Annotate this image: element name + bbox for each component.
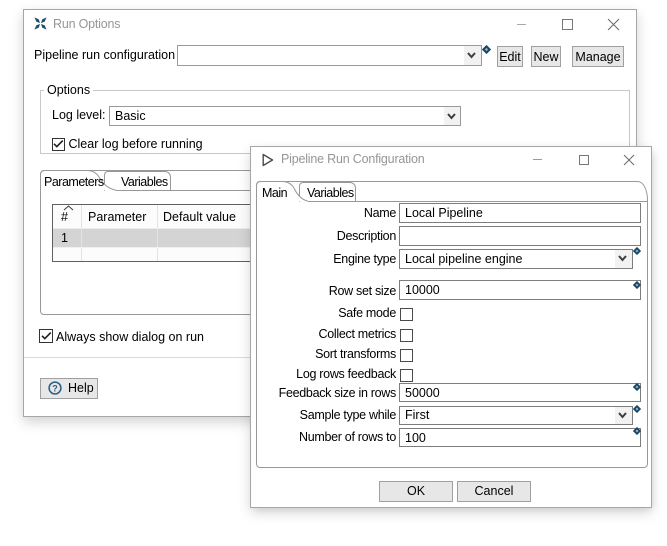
svg-text:?: ? <box>52 383 58 393</box>
